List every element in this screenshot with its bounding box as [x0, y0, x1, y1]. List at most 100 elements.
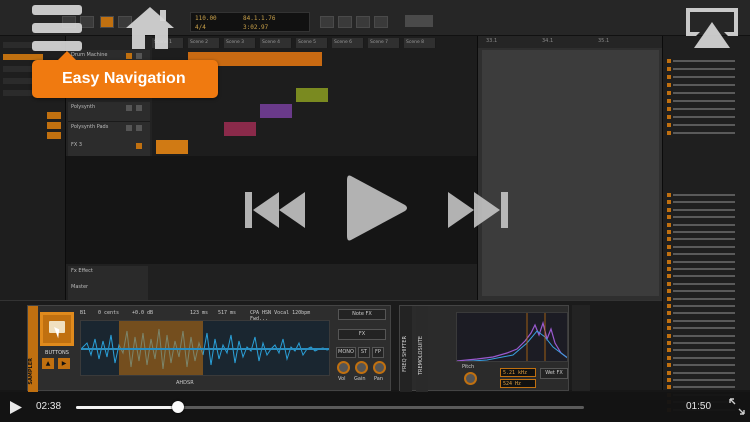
device-strip: TREMOLOSUITE: [416, 306, 428, 392]
track-mute: [136, 105, 142, 111]
menu-button[interactable]: [32, 5, 82, 52]
sample-tune: 0 cents: [98, 310, 120, 316]
scene-label: Scene 2: [188, 38, 220, 48]
volume-label: Vol: [338, 376, 346, 382]
spectrum-curve: [457, 313, 567, 361]
remaining-time: 01:50: [686, 401, 712, 412]
track-name: FX 3: [71, 142, 83, 148]
pitch-knob: [464, 372, 477, 385]
airplay-button[interactable]: [684, 6, 740, 50]
fx-slot: FX: [338, 329, 386, 340]
track-name: Master: [71, 284, 89, 290]
progress-thumb[interactable]: [171, 401, 184, 413]
transport-display: 110.00 4/4 84.1.1.76 3:02.97: [190, 12, 310, 32]
position-readout: 84.1.1.76: [243, 15, 276, 22]
track-name: Polysynth Pads: [71, 124, 109, 130]
rewind-icon: [245, 192, 305, 228]
device-strip-label: FREQ SHIFTER: [402, 336, 408, 372]
toolbar-button: [80, 16, 94, 28]
easy-navigation-tooltip: Easy Navigation: [32, 51, 218, 98]
stereo-button: ST: [358, 347, 370, 358]
scene-label: Scene 8: [404, 38, 436, 48]
sample-gain: +0.0 dB: [132, 310, 154, 316]
home-icon: [126, 7, 174, 49]
device-add-strip: [572, 305, 590, 391]
sample-end: 517 ms: [218, 310, 237, 316]
daw-toolbar: 110.00 4/4 84.1.1.76 3:02.97: [0, 0, 750, 36]
ruler-label: 35.1: [598, 38, 610, 44]
play-button[interactable]: [345, 172, 409, 244]
sampler-right-button: ▶: [58, 358, 70, 369]
adsr-label: AHDSR: [176, 380, 194, 386]
track-arm: [126, 53, 132, 59]
toolbar-button: [100, 16, 114, 28]
fast-forward-icon: [448, 192, 508, 228]
fullscreen-icon: [729, 398, 745, 415]
sample-info-bar: B1 0 cents +0.0 dB 123 ms 517 ms CPA HSN…: [80, 309, 330, 322]
progress-slider[interactable]: [76, 398, 584, 416]
fullscreen-button[interactable]: [728, 397, 746, 416]
sampler-title: SAMPLER: [28, 358, 34, 385]
sample-root-key: B1: [80, 310, 87, 316]
note-fx-slot: Note FX: [338, 309, 386, 320]
track-mute: [136, 53, 142, 59]
inspector-value: [47, 112, 61, 119]
elapsed-time: 02:38: [36, 401, 62, 412]
volume-knob: [337, 361, 350, 374]
toolbar-button: [338, 16, 352, 28]
toolbar-button: [356, 16, 370, 28]
play-icon: [10, 401, 22, 414]
sampler-header: SAMPLER: [28, 306, 38, 392]
browser-panel: [662, 36, 750, 412]
waveform-display: [80, 320, 330, 376]
fast-forward-button[interactable]: [446, 190, 510, 230]
clip: [296, 88, 328, 102]
toolbar-button: [374, 16, 388, 28]
track-name: Drum Machine: [71, 52, 108, 58]
sampler-device: SAMPLER BUTTONS ▲ ▶ B1 0 cents +0.0 dB 1…: [27, 305, 391, 392]
effect-tracks: Fx Effect Master: [66, 264, 477, 302]
track-name: Polysynth: [71, 104, 96, 110]
gain-label: Gain: [354, 376, 366, 382]
freq-shifter-device: FREQ SHIFTER TREMOLOSUITE 5.21 kHz 524 H…: [399, 305, 569, 392]
device-strip-label: TREMOLOSUITE: [418, 336, 424, 376]
airplay-icon: [686, 8, 738, 48]
arranger-view: 33.1 34.1 35.1: [477, 36, 663, 300]
waveform-centerline: [81, 348, 329, 350]
home-button[interactable]: [124, 6, 176, 50]
signature-readout: 4/4: [195, 24, 206, 31]
mono-button: MONO: [336, 347, 356, 358]
pan-label: Pan: [374, 376, 384, 382]
scene-header: Scene 1 Scene 2 Scene 3 Scene 4 Scene 5 …: [152, 38, 477, 48]
play-icon: [347, 175, 407, 241]
scene-label: Scene 6: [332, 38, 364, 48]
track-arm: [136, 143, 142, 149]
progress-fill: [76, 406, 178, 409]
buttons-label: BUTTONS: [45, 350, 69, 356]
scene-label: Scene 3: [224, 38, 256, 48]
sample-start: 123 ms: [190, 310, 209, 316]
fp-button: FP: [372, 347, 384, 358]
inspector-value: [47, 132, 61, 139]
track-mute: [136, 125, 142, 131]
frequency-value: 5.21 kHz: [500, 368, 536, 377]
scene-label: Scene 5: [296, 38, 328, 48]
tempo-readout: 110.00: [195, 15, 217, 22]
playback-bar: 02:38 01:50: [0, 392, 750, 422]
frequency-value: 524 Hz: [500, 379, 536, 388]
clip: [156, 140, 188, 154]
inspector-value: [47, 122, 61, 129]
clip: [224, 122, 256, 136]
effect-track-header: Master: [68, 282, 148, 302]
rewind-button[interactable]: [243, 190, 307, 230]
track-header: Polysynth: [68, 102, 150, 122]
ruler-label: 34.1: [542, 38, 554, 44]
project-tab: [405, 15, 433, 27]
scene-label: Scene 7: [368, 38, 400, 48]
track-name: Fx Effect: [71, 268, 93, 274]
wet-fx-slot: Wet FX: [540, 368, 568, 379]
ruler-label: 33.1: [486, 38, 498, 44]
play-pause-button[interactable]: [9, 400, 23, 415]
track-header: Polysynth Pads: [68, 122, 150, 142]
scene-label: Scene 4: [260, 38, 292, 48]
